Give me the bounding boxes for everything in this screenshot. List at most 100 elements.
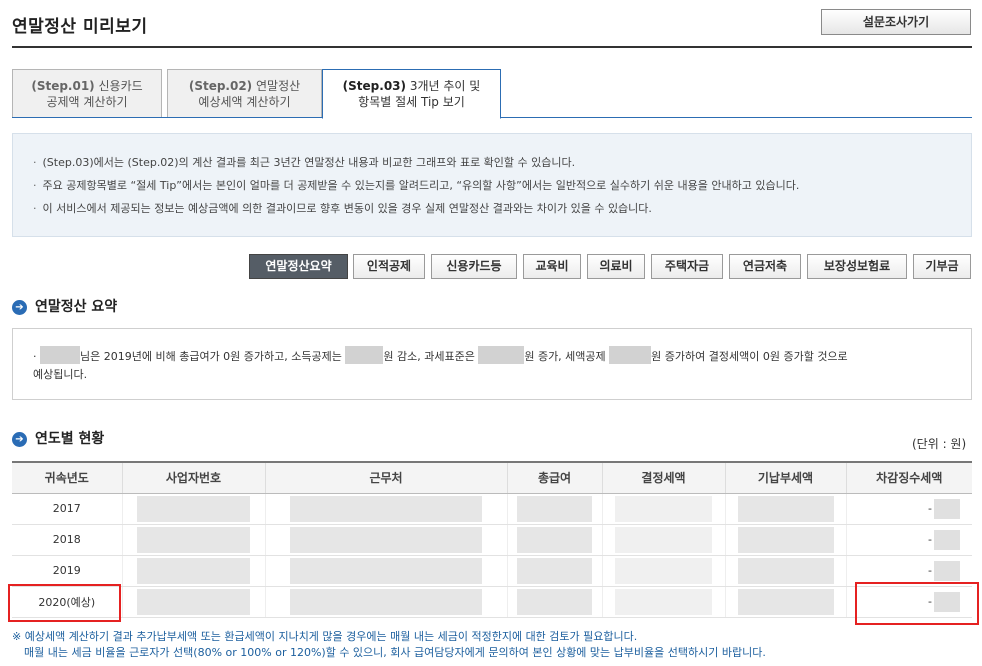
- cell-redacted: [601, 586, 725, 618]
- redacted-block: [614, 588, 713, 615]
- header-business-number: 사업자번호: [121, 461, 265, 494]
- tab-step-label: (Step.01): [31, 79, 95, 93]
- cell-redacted: [601, 524, 725, 556]
- redacted-block: [136, 557, 251, 584]
- cell-redacted: [264, 493, 507, 525]
- redacted-block: [737, 526, 834, 553]
- tab-line2: 항목별 절세 Tip 보기: [358, 95, 465, 109]
- cell-balance: -: [845, 524, 972, 556]
- header-paid-tax: 기납부세액: [724, 461, 846, 494]
- redacted-block: [516, 588, 593, 615]
- header-determined-tax: 결정세액: [601, 461, 725, 494]
- balance-sign: -: [928, 532, 932, 546]
- cell-redacted: [601, 555, 725, 587]
- highlight-box-year: [8, 584, 121, 622]
- bottom-note: ※ 예상세액 계산하기 결과 추가납부세액 또는 환급세액이 지나치게 많을 경…: [12, 629, 766, 661]
- table-header-row: 귀속년도 사업자번호 근무처 총급여 결정세액 기납부세액 차감징수세액: [12, 461, 972, 494]
- header-balance-tax: 차감징수세액: [845, 461, 972, 494]
- tab-line1: 3개년 추이 및: [409, 79, 481, 93]
- redacted-block: [614, 495, 713, 522]
- category-medical-button[interactable]: 의료비: [587, 254, 645, 279]
- redacted-block: [934, 498, 960, 519]
- category-card-button[interactable]: 신용카드등: [431, 254, 517, 279]
- tab-step-03[interactable]: (Step.03) 3개년 추이 및 항목별 절세 Tip 보기: [322, 69, 501, 119]
- cell-redacted: [506, 493, 602, 525]
- redacted-block: [516, 526, 593, 553]
- yearly-table: 귀속년도 사업자번호 근무처 총급여 결정세액 기납부세액 차감징수세액 201…: [12, 461, 972, 618]
- category-personal-button[interactable]: 인적공제: [353, 254, 425, 279]
- summary-text-3: 원 증가, 세액공제: [524, 350, 610, 363]
- cell-redacted: [264, 586, 507, 618]
- cell-redacted: [724, 586, 846, 618]
- yearly-title-text: 연도별 현황: [35, 431, 105, 447]
- tab-line2: 공제액 계산하기: [46, 95, 128, 109]
- table-row: 2017 -: [12, 493, 972, 525]
- cell-redacted: [506, 524, 602, 556]
- bullet: ·: [33, 350, 37, 363]
- cell-redacted: [724, 493, 846, 525]
- header-total-salary: 총급여: [506, 461, 602, 494]
- survey-button[interactable]: 설문조사가기: [821, 9, 971, 35]
- redacted-block: [737, 588, 834, 615]
- yearly-section-title: ➔ 연도별 현황: [12, 428, 104, 448]
- cell-balance: -: [845, 493, 972, 525]
- note-line-2: 매월 내는 세금 비율을 근로자가 선택(80% or 100% or 120%…: [24, 646, 766, 659]
- unit-label: (단위 : 원): [912, 437, 967, 451]
- highlight-box-balance: [855, 582, 979, 625]
- redacted-amount: [478, 346, 525, 364]
- header-workplace: 근무처: [264, 461, 507, 494]
- summary-text-1: 님은 2019년에 비해 총급여가 0원 증가하고, 소득공제는: [80, 350, 346, 363]
- info-item: (Step.03)에서는 (Step.02)의 계산 결과를 최근 3년간 연말…: [33, 151, 971, 174]
- redacted-block: [934, 560, 960, 581]
- tab-line2: 예상세액 계산하기: [198, 95, 291, 109]
- redacted-block: [289, 557, 483, 584]
- table-row: 2018 -: [12, 524, 972, 556]
- redacted-block: [289, 495, 483, 522]
- header-year: 귀속년도: [12, 461, 122, 494]
- cell-year: 2017: [12, 493, 122, 525]
- cell-redacted: [264, 555, 507, 587]
- tab-step-label: (Step.02): [188, 79, 253, 93]
- summary-text-2: 원 감소, 과세표준은: [383, 350, 479, 363]
- cell-redacted: [506, 555, 602, 587]
- tab-step-label: (Step.03): [342, 79, 407, 93]
- info-item: 주요 공제항목별로 “절세 Tip”에서는 본인이 얼마를 더 공제받을 수 있…: [33, 174, 971, 197]
- cell-year: 2019: [12, 555, 122, 587]
- info-item: 이 서비스에서 제공되는 정보는 예상금액에 의한 결과이므로 향후 변동이 있…: [33, 197, 971, 220]
- note-line-1: ※ 예상세액 계산하기 결과 추가납부세액 또는 환급세액이 지나치게 많을 경…: [12, 630, 638, 643]
- cell-redacted: [506, 586, 602, 618]
- cell-redacted: [724, 555, 846, 587]
- redacted-block: [136, 526, 251, 553]
- category-housing-button[interactable]: 주택자금: [651, 254, 723, 279]
- category-education-button[interactable]: 교육비: [523, 254, 581, 279]
- cell-redacted: [601, 493, 725, 525]
- redacted-block: [136, 588, 251, 615]
- cell-redacted: [121, 524, 265, 556]
- arrow-right-circle-icon: ➔: [12, 300, 27, 315]
- summary-title-text: 연말정산 요약: [35, 299, 118, 315]
- category-donation-button[interactable]: 기부금: [913, 254, 971, 279]
- category-insurance-button[interactable]: 보장성보험료: [807, 254, 907, 279]
- cell-year: 2018: [12, 524, 122, 556]
- tab-line1: 연말정산: [256, 79, 301, 93]
- title-divider: [12, 46, 972, 48]
- cell-redacted: [121, 493, 265, 525]
- balance-sign: -: [928, 501, 932, 515]
- redacted-block: [289, 588, 483, 615]
- info-box: (Step.03)에서는 (Step.02)의 계산 결과를 최근 3년간 연말…: [12, 133, 972, 237]
- cell-redacted: [121, 555, 265, 587]
- tab-step-01[interactable]: (Step.01) 신용카드 공제액 계산하기: [12, 69, 162, 118]
- redacted-block: [516, 557, 593, 584]
- redacted-name: [40, 346, 80, 364]
- table-row: 2020(예상) -: [12, 586, 972, 618]
- table-row: 2019 -: [12, 555, 972, 587]
- redacted-block: [614, 557, 713, 584]
- redacted-block: [934, 529, 960, 550]
- category-summary-button[interactable]: 연말정산요약: [249, 254, 348, 279]
- tab-step-02[interactable]: (Step.02) 연말정산 예상세액 계산하기: [167, 69, 322, 118]
- summary-box: · 님은 2019년에 비해 총급여가 0원 증가하고, 소득공제는 원 감소,…: [12, 328, 972, 400]
- category-pension-button[interactable]: 연금저축: [729, 254, 801, 279]
- cell-redacted: [121, 586, 265, 618]
- summary-text-5: 예상됩니다.: [33, 368, 88, 381]
- balance-sign: -: [928, 563, 932, 577]
